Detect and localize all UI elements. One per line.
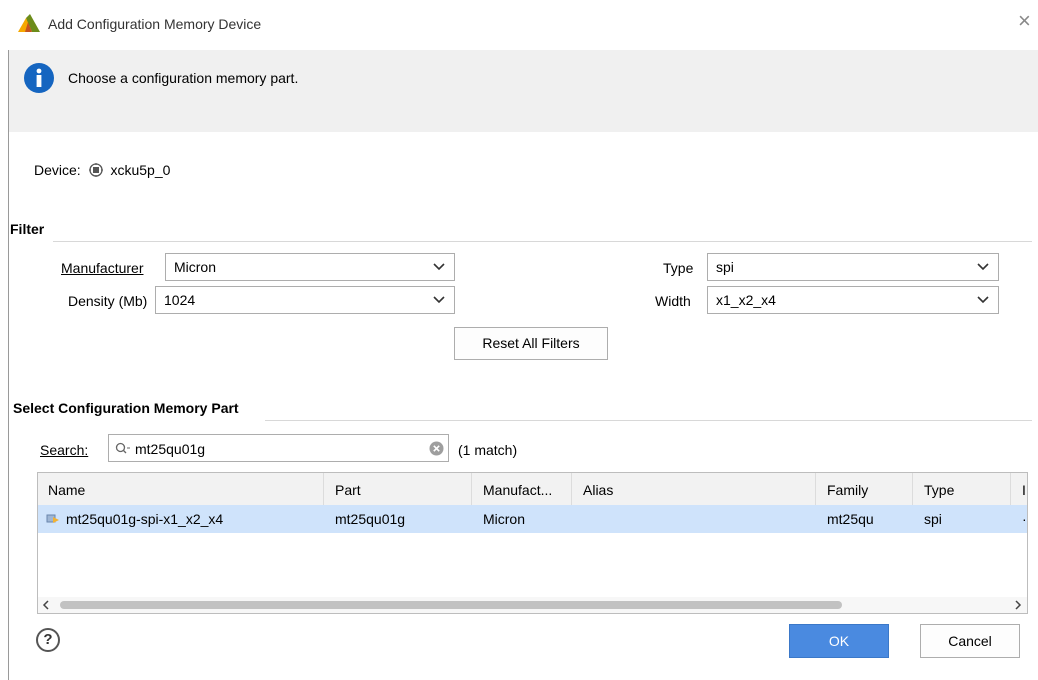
scrollbar-thumb[interactable] xyxy=(60,601,842,609)
chip-icon xyxy=(88,163,103,177)
column-header-family[interactable]: Family xyxy=(827,482,868,498)
chevron-down-icon xyxy=(433,296,445,304)
cancel-button[interactable]: Cancel xyxy=(920,624,1020,658)
column-header-name[interactable]: Name xyxy=(48,482,85,498)
table-row[interactable]: mt25qu01g-spi-x1_x2_x4 mt25qu01g Micron … xyxy=(38,505,1027,533)
type-value: spi xyxy=(716,259,734,275)
cell-name: mt25qu01g-spi-x1_x2_x4 xyxy=(66,511,224,527)
memory-part-icon xyxy=(46,514,59,523)
info-icon xyxy=(24,63,54,93)
column-header-part[interactable]: Part xyxy=(335,482,361,498)
manufacturer-value: Micron xyxy=(174,259,217,275)
type-select[interactable]: spi xyxy=(707,253,999,281)
cell-part: mt25qu01g xyxy=(335,511,406,527)
device-row: Device: xcku5p_0 xyxy=(34,162,170,178)
search-icon xyxy=(115,442,130,454)
column-header-type[interactable]: Type xyxy=(924,482,954,498)
scroll-left-icon[interactable] xyxy=(42,600,50,610)
table-header: Name Part Manufact... Alias Family Type … xyxy=(38,473,1027,506)
column-header-alias[interactable]: Alias xyxy=(583,482,613,498)
match-count: (1 match) xyxy=(458,442,518,458)
filter-separator xyxy=(53,241,1032,242)
filter-section-title: Filter xyxy=(10,221,45,237)
cell-type: spi xyxy=(924,511,942,527)
parts-table: Name Part Manufact... Alias Family Type … xyxy=(37,472,1028,614)
help-icon[interactable]: ? xyxy=(36,628,60,652)
close-icon[interactable]: × xyxy=(1018,10,1031,32)
chevron-down-icon xyxy=(977,263,989,271)
window-title: Add Configuration Memory Device xyxy=(48,16,262,32)
chevron-down-icon xyxy=(977,296,989,304)
select-part-section-title: Select Configuration Memory Part xyxy=(13,400,239,416)
column-header-manufacturer[interactable]: Manufact... xyxy=(483,482,552,498)
manufacturer-label: Manufacturer xyxy=(61,260,144,276)
title-bar: Add Configuration Memory Device × xyxy=(0,0,1038,50)
search-value: mt25qu01g xyxy=(135,441,206,457)
scroll-right-icon[interactable] xyxy=(1014,600,1022,610)
chevron-down-icon xyxy=(433,263,445,271)
cell-family: mt25qu xyxy=(827,511,874,527)
density-label: Density (Mb) xyxy=(68,293,148,309)
window-frame xyxy=(8,50,9,680)
select-part-separator xyxy=(265,420,1032,421)
search-label: Search: xyxy=(40,442,89,458)
density-select[interactable]: 1024 xyxy=(155,286,455,314)
search-input[interactable]: mt25qu01g xyxy=(108,434,449,462)
density-value: 1024 xyxy=(164,292,196,308)
manufacturer-select[interactable]: Micron xyxy=(165,253,455,281)
header-message: Choose a configuration memory part. xyxy=(68,70,299,86)
header-panel xyxy=(9,50,1038,132)
width-value: x1_x2_x4 xyxy=(716,292,776,308)
width-label: Width xyxy=(655,293,691,309)
column-header-extra[interactable]: I xyxy=(1022,482,1026,498)
clear-search-icon[interactable] xyxy=(429,441,444,456)
cell-extra: · xyxy=(1022,511,1027,527)
reset-all-filters-button[interactable]: Reset All Filters xyxy=(454,327,608,360)
device-label: Device: xyxy=(34,162,81,178)
type-label: Type xyxy=(663,260,694,276)
width-select[interactable]: x1_x2_x4 xyxy=(707,286,999,314)
horizontal-scrollbar[interactable] xyxy=(38,597,1027,613)
device-value: xcku5p_0 xyxy=(110,162,171,178)
xilinx-logo-icon xyxy=(18,14,40,32)
ok-button[interactable]: OK xyxy=(789,624,889,658)
cell-manufacturer: Micron xyxy=(483,511,526,527)
